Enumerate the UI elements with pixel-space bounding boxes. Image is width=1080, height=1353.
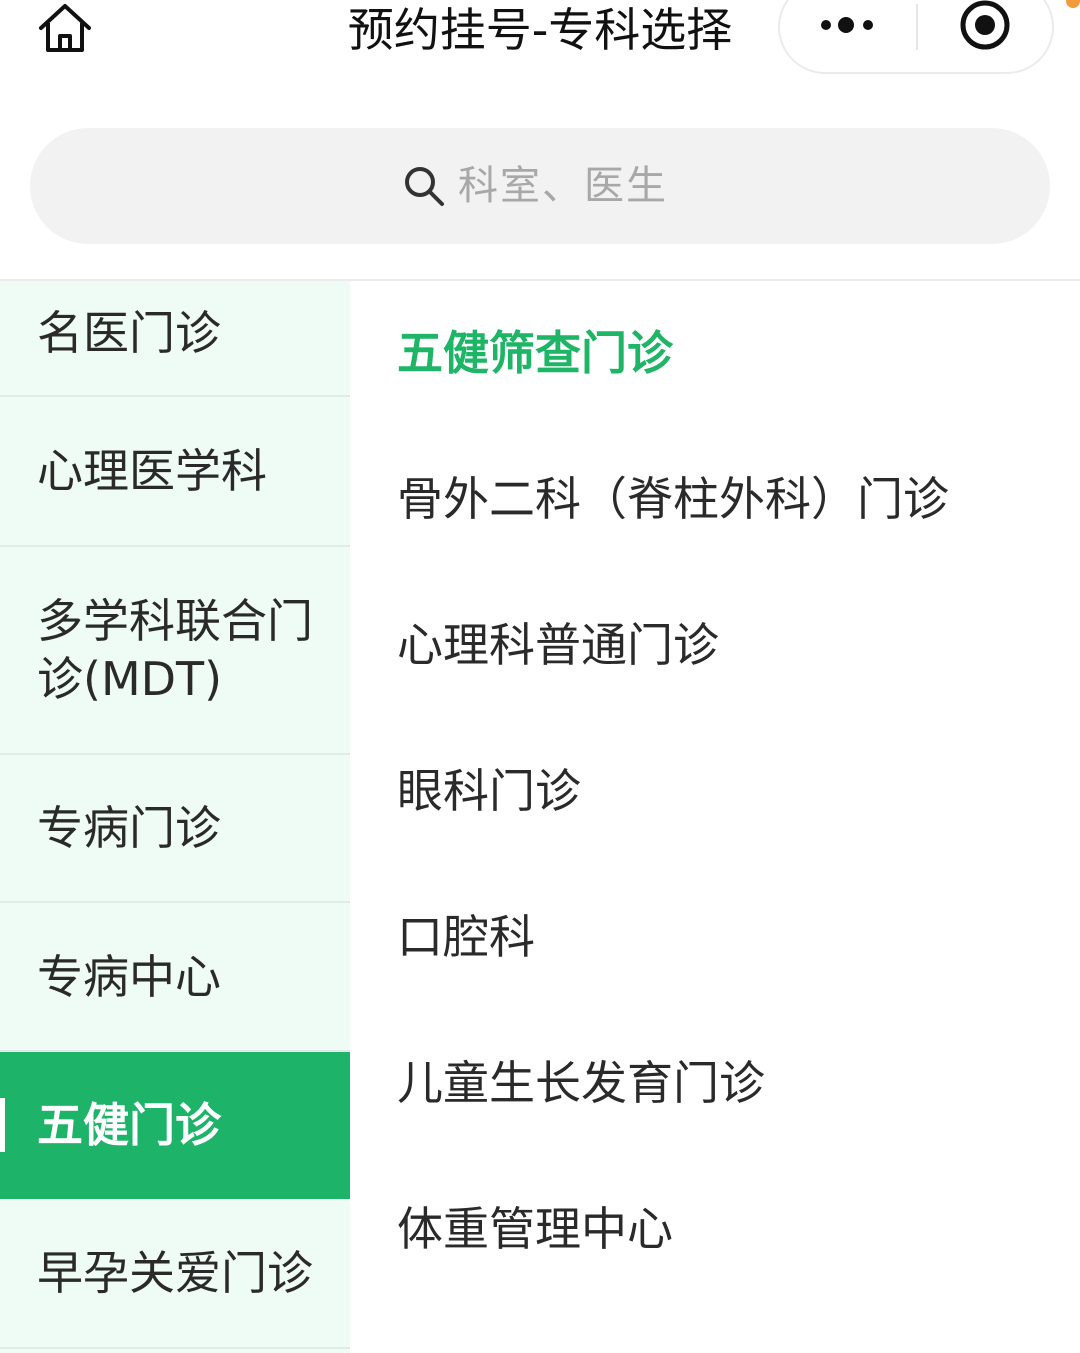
page-title: 预约挂号-专科选择 [347,3,733,57]
sidebar-item-label: 专病中心 [37,949,221,1004]
list-item[interactable]: 骨外二科（脊柱外科）门诊 [397,459,1057,539]
appointment-department-page: 预约挂号-专科选择 科室、医生 名医门诊 心理医学科 多学科联合门诊(MDT) … [0,0,1080,1353]
more-dots-icon [818,15,878,39]
search-icon [402,164,446,208]
list-item[interactable]: 心理科普通门诊 [397,605,1057,685]
sidebar-item-label: 早孕关爱门诊 [37,1246,313,1300]
sidebar-item-early-pregnancy[interactable]: 早孕关爱门诊 [0,1199,350,1349]
list-item[interactable]: 口腔科 [397,897,1057,977]
search-bar-inner [30,128,1050,244]
sidebar-item-label: 名医门诊 [37,306,221,360]
list-item[interactable]: 五健筛查门诊 [397,313,1057,393]
sidebar-item-specialty-center[interactable]: 专病中心 [0,903,350,1052]
list-item[interactable]: 体重管理中心 [397,1189,1057,1269]
more-button[interactable] [780,0,916,72]
sidebar-item-wujian-clinic[interactable]: 五健门诊 [0,1052,350,1199]
sidebar-item-label: 专病门诊 [37,801,221,855]
sidebar-item-mdt[interactable]: 多学科联合门诊(MDT) [0,547,350,755]
sidebar-item-label: 五健门诊 [37,1097,221,1152]
department-list: 五健筛查门诊 骨外二科（脊柱外科）门诊 心理科普通门诊 眼科门诊 口腔科 儿童生… [350,281,1080,1353]
miniprogram-capsule [778,0,1054,74]
sidebar-item-label: 多学科联合门诊(MDT) [37,594,313,706]
search-bar[interactable] [30,128,1050,244]
list-item[interactable]: 眼科门诊 [397,751,1057,831]
search-input[interactable] [458,163,678,209]
category-sidebar: 名医门诊 心理医学科 多学科联合门诊(MDT) 专病门诊 专病中心 五健门诊 早… [0,281,350,1353]
active-indicator [0,1097,5,1152]
sidebar-item-specialty-clinic[interactable]: 专病门诊 [0,755,350,903]
miniprogram-close-icon [958,0,1012,56]
notification-dot [1066,0,1080,8]
close-miniprogram-button[interactable] [918,0,1052,72]
home-button[interactable] [30,0,100,60]
home-icon [36,2,94,58]
list-item[interactable]: 儿童生长发育门诊 [397,1043,1057,1123]
sidebar-item-label: 心理医学科 [37,444,267,498]
sidebar-item-famous-doctor[interactable]: 名医门诊 [0,271,350,397]
top-nav-bar: 预约挂号-专科选择 [0,0,1080,100]
sidebar-item-psychology[interactable]: 心理医学科 [0,397,350,547]
